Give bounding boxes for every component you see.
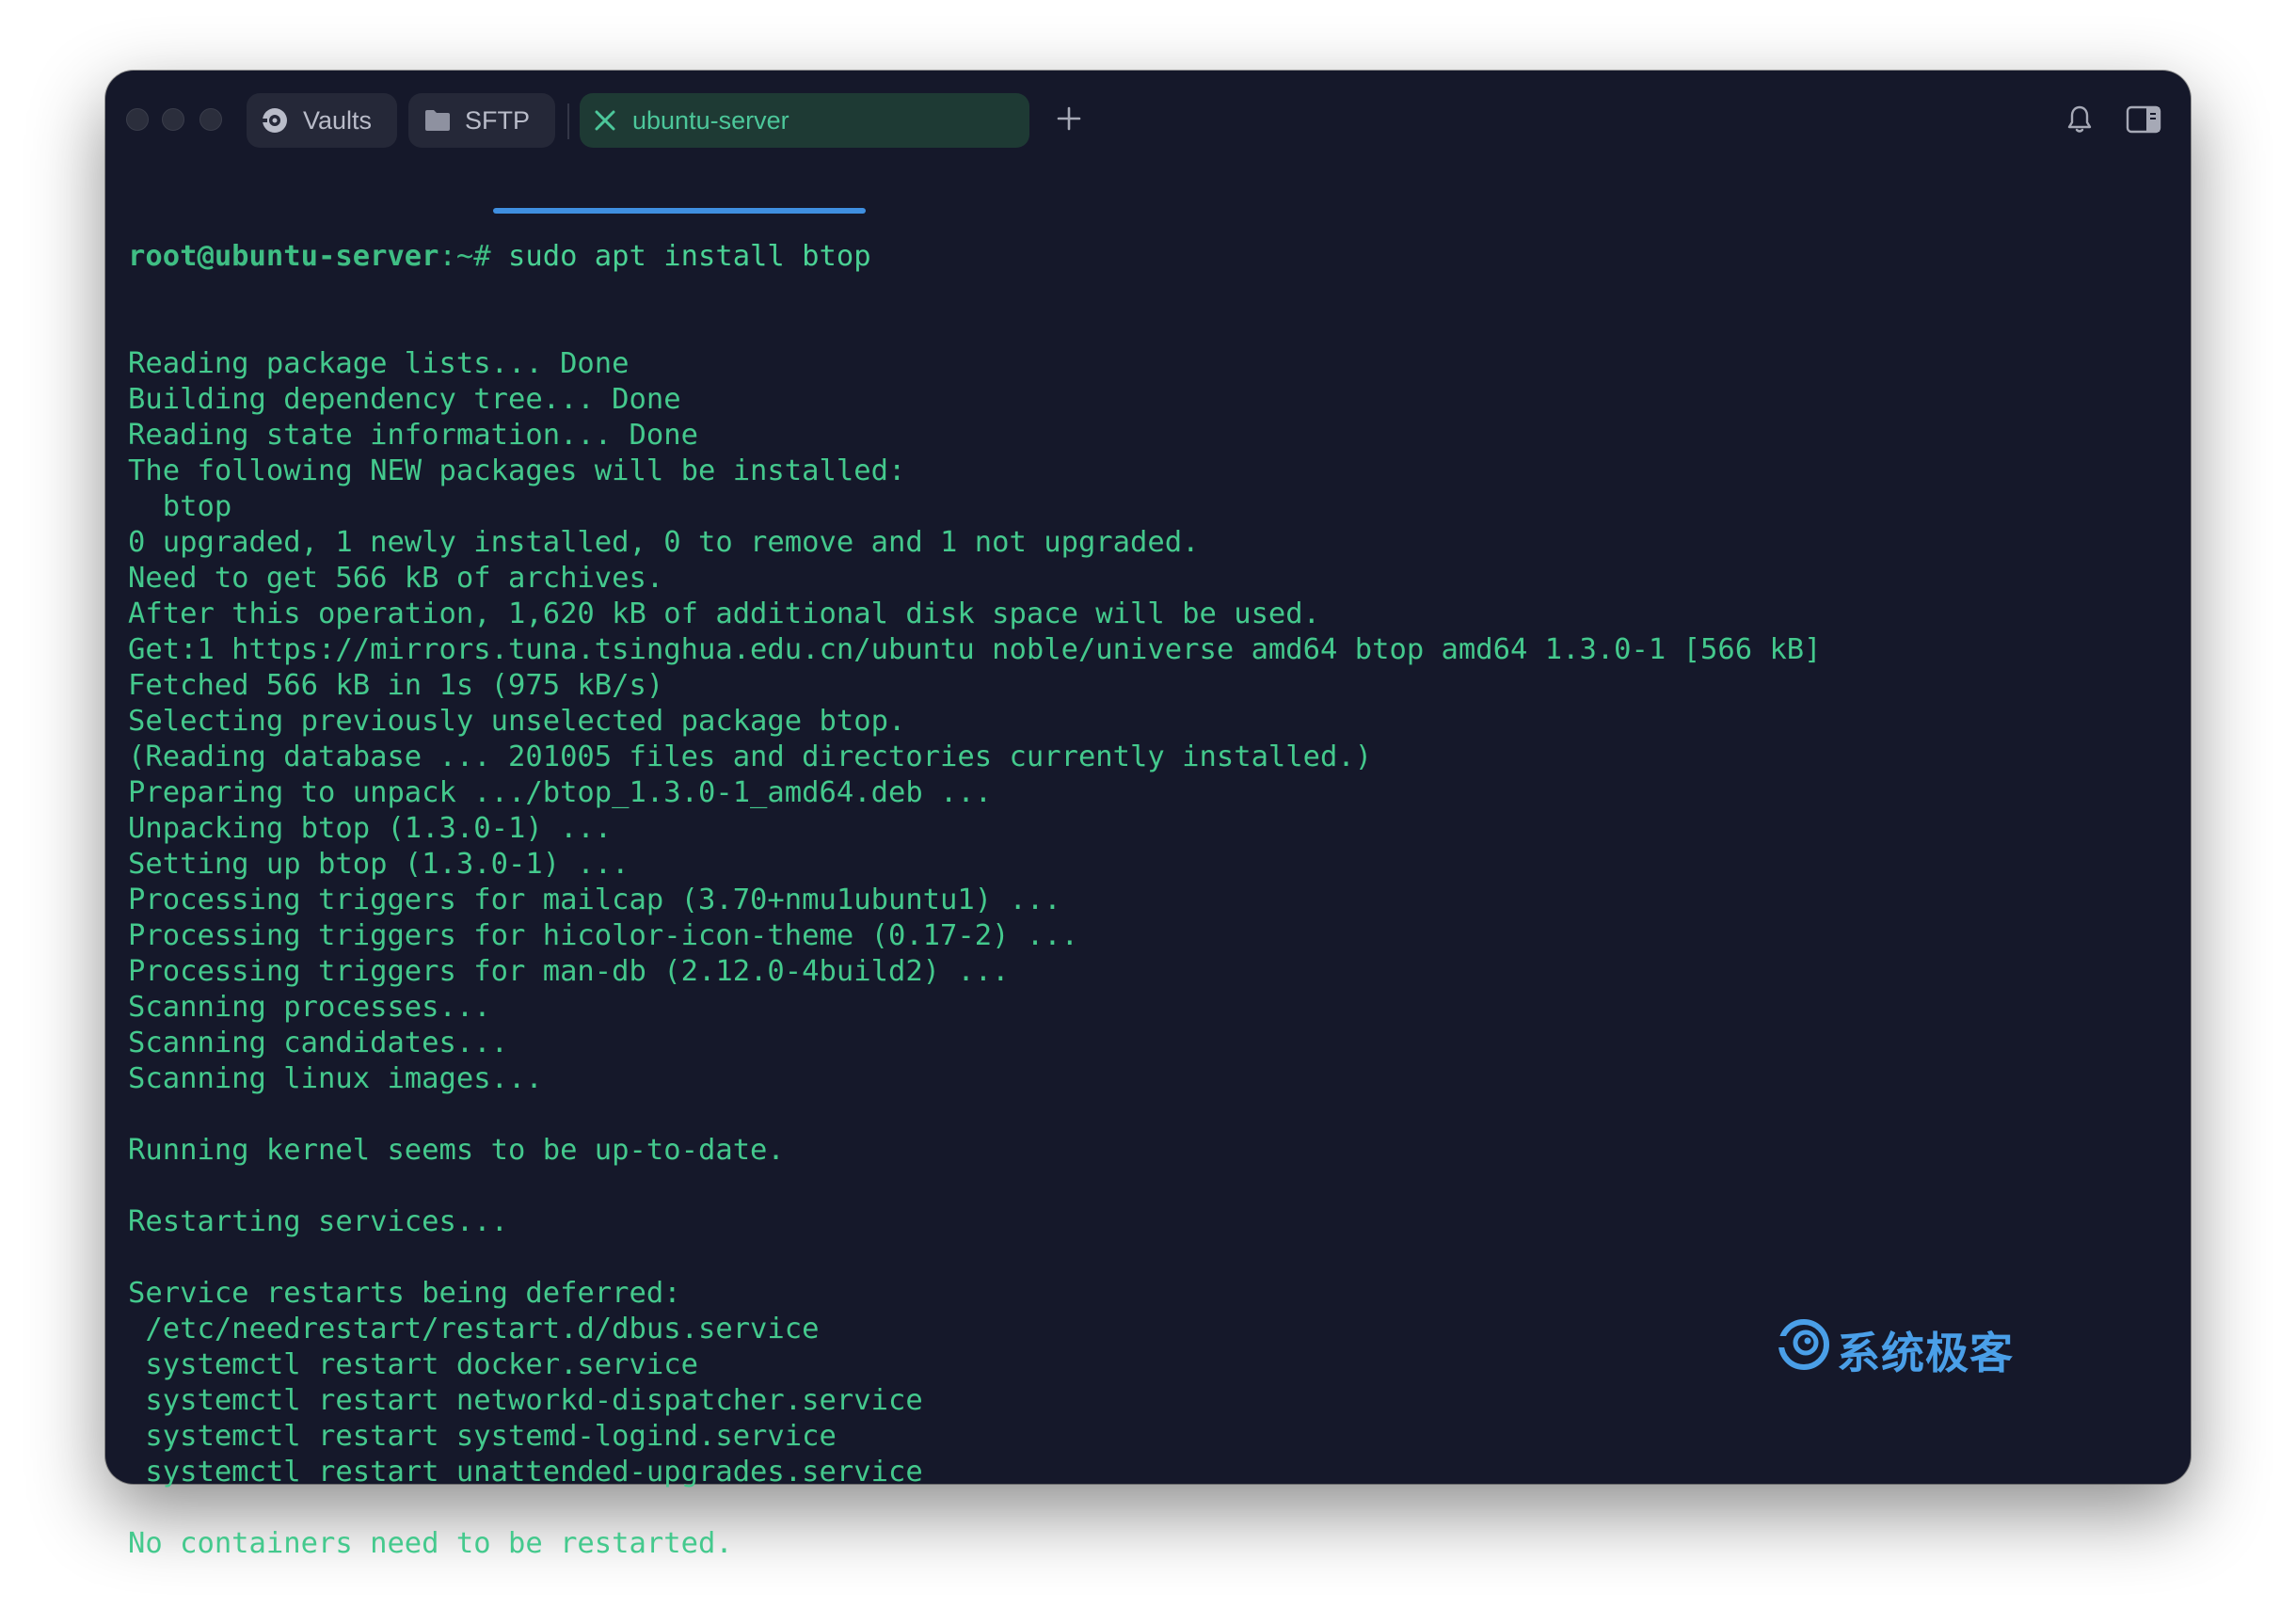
terminal-line: Processing triggers for mailcap (3.70+nm… xyxy=(128,884,1061,916)
terminal-line: Scanning linux images... xyxy=(128,1062,543,1095)
terminal-line: Setting up btop (1.3.0-1) ... xyxy=(128,848,630,881)
new-tab-button[interactable] xyxy=(1052,103,1086,137)
terminal-line: systemctl restart unattended-upgrades.se… xyxy=(128,1456,923,1489)
command-highlight-underline xyxy=(493,208,866,214)
watermark: 系统极客 xyxy=(1777,1317,2014,1382)
prompt-user-host: root@ubuntu-server xyxy=(128,240,439,273)
close-icon[interactable] xyxy=(593,108,617,133)
tab-label: Vaults xyxy=(303,105,373,135)
tab-label: SFTP xyxy=(465,105,531,135)
tab-sftp[interactable]: SFTP xyxy=(408,93,555,148)
terminal-line: Fetched 566 kB in 1s (975 kB/s) xyxy=(128,669,664,702)
terminal-line: Service restarts being deferred: xyxy=(128,1277,681,1310)
terminal-line: Running kernel seems to be up-to-date. xyxy=(128,1134,785,1167)
command-line: root@ubuntu-server:~# sudo apt install b… xyxy=(128,239,2170,275)
terminal-line: Building dependency tree... Done xyxy=(128,383,681,416)
terminal-output[interactable]: root@ubuntu-server:~# sudo apt install b… xyxy=(128,167,2170,1598)
minimize-window-button[interactable] xyxy=(162,108,184,131)
bell-icon xyxy=(2066,104,2093,139)
terminal-line: systemctl restart networkd-dispatcher.se… xyxy=(128,1384,923,1417)
terminal-line: Scanning processes... xyxy=(128,991,491,1024)
terminal-line: 0 upgraded, 1 newly installed, 0 to remo… xyxy=(128,526,1200,559)
tab-label: ubuntu-server xyxy=(632,105,789,135)
terminal-line: No containers need to be restarted. xyxy=(128,1527,733,1560)
terminal-line: Get:1 https://mirrors.tuna.tsinghua.edu.… xyxy=(128,633,1822,666)
terminal-line: Processing triggers for man-db (2.12.0-4… xyxy=(128,955,1010,988)
close-window-button[interactable] xyxy=(126,108,149,131)
folder-icon xyxy=(423,108,452,133)
prompt-path: :~# xyxy=(438,240,508,273)
plus-icon xyxy=(1056,105,1082,136)
panel-icon xyxy=(2126,105,2161,138)
terminal-line: After this operation, 1,620 kB of additi… xyxy=(128,597,1321,630)
vault-icon xyxy=(260,105,290,135)
terminal-line: Processing triggers for hicolor-icon-the… xyxy=(128,919,1078,952)
terminal-line: Scanning candidates... xyxy=(128,1027,508,1059)
sidebar-toggle-button[interactable] xyxy=(2125,103,2162,139)
zoom-window-button[interactable] xyxy=(199,108,222,131)
terminal-line: Reading package lists... Done xyxy=(128,347,630,380)
terminal-line: systemctl restart systemd-logind.service xyxy=(128,1420,837,1453)
terminal-line: (Reading database ... 201005 files and d… xyxy=(128,740,1373,773)
tab-vaults[interactable]: Vaults xyxy=(247,93,397,148)
tab-divider xyxy=(567,103,569,139)
command-text: sudo apt install btop xyxy=(507,240,871,273)
watermark-text: 系统极客 xyxy=(1837,1327,2014,1378)
terminal-line: Preparing to unpack .../btop_1.3.0-1_amd… xyxy=(128,776,993,809)
terminal-line: The following NEW packages will be insta… xyxy=(128,454,906,487)
tab-ubuntu-server[interactable]: ubuntu-server xyxy=(580,93,1029,148)
terminal-line: Restarting services... xyxy=(128,1205,508,1238)
terminal-line: Selecting previously unselected package … xyxy=(128,705,906,738)
terminal-line: btop xyxy=(128,490,232,523)
watermark-logo-icon xyxy=(1777,1317,1831,1382)
terminal-line: Unpacking btop (1.3.0-1) ... xyxy=(128,812,613,845)
terminal-line: Reading state information... Done xyxy=(128,419,698,452)
notifications-button[interactable] xyxy=(2063,103,2097,139)
terminal-line: Need to get 566 kB of archives. xyxy=(128,562,664,595)
